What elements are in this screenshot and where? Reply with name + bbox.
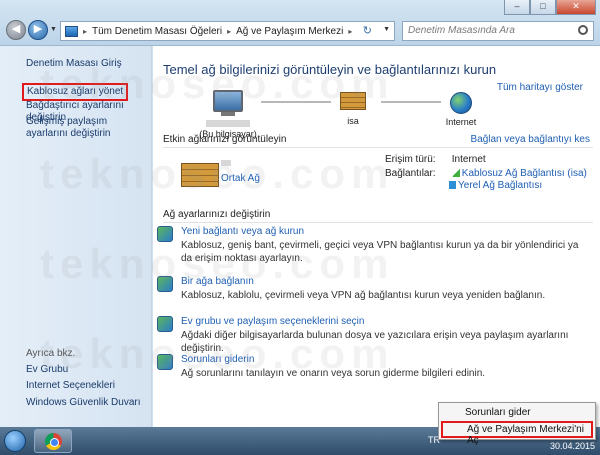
full-map-link[interactable]: Tüm haritayı göster [497, 82, 583, 93]
start-button[interactable] [4, 430, 26, 452]
task-homegroup: Ev grubu ve paylaşım seçeneklerini seçin… [157, 316, 581, 355]
navigation-bar: – □ ✕ ◀ ▶ ▼ ▸ Tüm Denetim Masası Öğeleri… [0, 0, 600, 46]
task-new-connection-link[interactable]: Yeni bağlantı veya ağ kurun [181, 226, 581, 237]
breadcrumb-separator[interactable]: ▸ [83, 27, 87, 36]
breadcrumb-separator[interactable]: ▸ [227, 27, 231, 36]
computer-name-redacted [206, 120, 250, 127]
task-description: Ağdaki diğer bilgisayarlarda bulunan dos… [181, 330, 569, 354]
internet-label: Internet [445, 117, 477, 127]
sidebar-item-windows-firewall[interactable]: Windows Güvenlik Duvarı [26, 397, 146, 409]
network-label: isa [347, 116, 359, 126]
connections-label: Bağlantılar: [385, 168, 436, 179]
map-link-line [261, 101, 331, 103]
computer-icon [213, 90, 243, 112]
forward-button[interactable]: ▶ [28, 20, 48, 40]
arrow-left-icon: ◀ [11, 23, 21, 35]
task-connect-network: Bir ağa bağlanın Kablosuz, kablolu, çevi… [157, 276, 581, 302]
connect-disconnect-link[interactable]: Bağlan veya bağlantıyı kes [470, 134, 590, 145]
task-homegroup-link[interactable]: Ev grubu ve paylaşım seçeneklerini seçin [181, 316, 581, 327]
active-networks-label: Etkin ağlarınızı görüntüleyin [163, 134, 287, 145]
troubleshoot-icon [157, 354, 173, 370]
network-tray-context-menu: Sorunları gider Ağ ve Paylaşım Merkezi'n… [438, 402, 596, 446]
task-troubleshoot-link[interactable]: Sorunları giderin [181, 354, 581, 365]
task-description: Kablosuz, kablolu, çevirmeli veya VPN ağ… [181, 290, 546, 301]
homegroup-icon [157, 316, 173, 332]
lan-connection-link[interactable]: Yerel Ağ Bağlantısı [458, 180, 542, 191]
task-description: Ağ sorunlarını tanılayın ve onarın veya … [181, 368, 486, 379]
divider [163, 222, 593, 223]
back-button[interactable]: ◀ [6, 20, 26, 40]
network-name-redacted [221, 160, 231, 166]
connections-row: Bağlantılar: Kablosuz Ağ Bağlantısı (isa… [385, 168, 587, 179]
bench-icon [340, 92, 366, 110]
sidebar-item-internet-options[interactable]: Internet Seçenekleri [26, 380, 146, 392]
connect-network-icon [157, 276, 173, 292]
network-type-link[interactable]: Ortak Ağ [221, 173, 260, 184]
access-type-row: Erişim türü: Internet [385, 154, 486, 165]
control-panel-icon [65, 25, 78, 37]
arrow-right-icon: ▶ [33, 23, 43, 35]
map-node-network[interactable]: isa [323, 92, 383, 126]
clock-date[interactable]: 30.04.2015 [550, 441, 595, 451]
taskbar-chrome-button[interactable] [34, 429, 72, 453]
network-setup-icon [157, 226, 173, 242]
network-bench-icon [181, 163, 219, 187]
search-placeholder: Denetim Masasında Ara [408, 25, 515, 36]
menu-item-open-network-center[interactable]: Ağ ve Paylaşım Merkezi'ni Aç [441, 421, 593, 446]
close-button[interactable]: ✕ [556, 0, 596, 15]
access-type-value: Internet [451, 154, 486, 165]
breadcrumb-separator[interactable]: ▸ [348, 27, 352, 36]
sidebar: Denetim Masası Giriş Kablosuz ağları yön… [0, 46, 152, 427]
address-bar[interactable]: ▸ Tüm Denetim Masası Öğeleri ▸ Ağ ve Pay… [60, 21, 395, 41]
change-settings-label: Ağ ayarlarınızı değiştirin [163, 209, 271, 220]
task-troubleshoot: Sorunları giderin Ağ sorunlarını tanılay… [157, 354, 581, 380]
breadcrumb-network-center[interactable]: Ağ ve Paylaşım Merkezi [236, 26, 343, 37]
network-map: Tüm haritayı göster (Bu bilgisayar) isa … [163, 80, 593, 140]
search-input[interactable]: Denetim Masasında Ara [402, 21, 594, 41]
lan-icon [449, 181, 456, 189]
task-new-connection: Yeni bağlantı veya ağ kurun Kablosuz, ge… [157, 226, 581, 265]
globe-icon [450, 92, 472, 114]
refresh-icon[interactable]: ↻ [363, 24, 372, 37]
wifi-signal-icon [451, 169, 460, 177]
sidebar-item-homegroup[interactable]: Ev Grubu [26, 364, 146, 376]
sidebar-item-control-panel-home[interactable]: Denetim Masası Giriş [26, 58, 146, 70]
see-also-heading: Ayrıca bkz. [26, 348, 76, 359]
recent-pages-dropdown[interactable]: ▼ [50, 26, 57, 33]
breadcrumb-control-panel[interactable]: Tüm Denetim Masası Öğeleri [92, 26, 222, 37]
wireless-connection-link[interactable]: Kablosuz Ağ Bağlantısı (isa) [462, 168, 587, 179]
divider [163, 147, 593, 148]
map-node-computer: (Bu bilgisayar) [193, 90, 263, 139]
task-connect-network-link[interactable]: Bir ağa bağlanın [181, 276, 581, 287]
search-icon[interactable] [578, 25, 588, 35]
maximize-button[interactable]: □ [530, 0, 556, 15]
minimize-button[interactable]: – [504, 0, 530, 15]
window-controls: – □ ✕ [504, 0, 596, 15]
access-type-label: Erişim türü: [385, 154, 436, 165]
chevron-down-icon[interactable]: ▼ [383, 26, 390, 33]
lan-connection-row: Yerel Ağ Bağlantısı [449, 180, 542, 191]
main-content: Temel ağ bilgilerinizi görüntüleyin ve b… [153, 46, 600, 427]
task-description: Kablosuz, geniş bant, çevirmeli, geçici … [181, 240, 579, 264]
page-title: Temel ağ bilgilerinizi görüntüleyin ve b… [163, 62, 497, 77]
chrome-icon [45, 433, 62, 450]
menu-item-troubleshoot[interactable]: Sorunları gider [465, 407, 531, 418]
sidebar-item-manage-wireless[interactable]: Kablosuz ağları yönet [22, 83, 129, 101]
sidebar-item-advanced-sharing[interactable]: Gelişmiş paylaşım ayarlarını değiştirin [26, 116, 146, 140]
map-node-internet[interactable]: Internet [431, 92, 491, 127]
